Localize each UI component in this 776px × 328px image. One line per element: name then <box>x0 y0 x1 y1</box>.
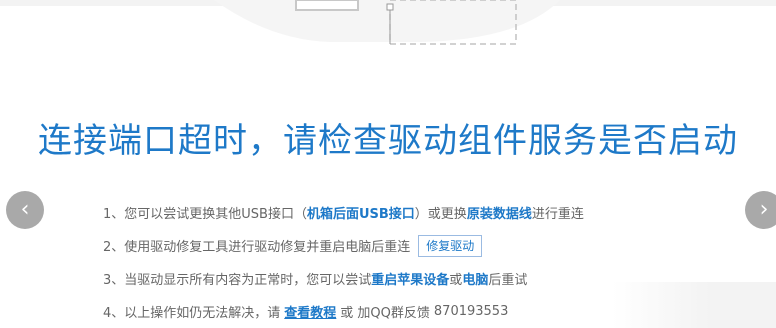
step-4-middle: 或 加QQ群反馈 <box>340 306 430 321</box>
corner-fade <box>612 282 776 328</box>
step-1-suffix: 进行重连 <box>531 207 584 222</box>
chevron-left-icon: ‹ <box>20 197 30 222</box>
prev-button[interactable]: ‹ <box>6 191 44 229</box>
step-2-text: 2、使用驱动修复工具进行驱动修复并重启电脑后重连 <box>103 240 411 255</box>
step-3-suffix: 后重试 <box>488 273 528 288</box>
device-illustration <box>0 0 776 45</box>
step-1-prefix: 1、您可以尝试更换其他USB接口（ <box>103 207 307 222</box>
next-button[interactable]: › <box>745 191 776 229</box>
step-2: 2、使用驱动修复工具进行驱动修复并重启电脑后重连 修复驱动 <box>103 229 584 262</box>
step-3: 3、当驱动显示所有内容为正常时，您可以尝试 重启苹果设备 或 电脑 后重试 <box>103 262 584 295</box>
error-headline: 连接端口超时，请检查驱动组件服务是否启动 <box>38 121 738 161</box>
troubleshoot-steps: 1、您可以尝试更换其他USB接口（ 机箱后面USB接口 ）或更换 原装数据线 进… <box>103 196 584 328</box>
qq-group-number: 870193553 <box>433 304 509 319</box>
step-3-middle: 或 <box>449 273 463 288</box>
view-tutorial-link[interactable]: 查看教程 <box>284 302 336 321</box>
restart-apple-device-link[interactable]: 重启苹果设备 <box>371 269 449 288</box>
step-4-prefix: 4、以上操作如仍无法解决，请 <box>103 306 281 321</box>
step-1: 1、您可以尝试更换其他USB接口（ 机箱后面USB接口 ）或更换 原装数据线 进… <box>103 196 584 229</box>
computer-link[interactable]: 电脑 <box>462 269 488 288</box>
step-3-prefix: 3、当驱动显示所有内容为正常时，您可以尝试 <box>103 273 372 288</box>
step-4: 4、以上操作如仍无法解决，请 查看教程 或 加QQ群反馈 870193553 <box>103 295 584 328</box>
repair-driver-button[interactable]: 修复驱动 <box>418 234 483 257</box>
rear-usb-link[interactable]: 机箱后面USB接口 <box>307 203 415 222</box>
original-cable-link[interactable]: 原装数据线 <box>467 203 532 222</box>
chevron-right-icon: › <box>759 197 769 222</box>
step-1-middle: ）或更换 <box>414 207 467 222</box>
